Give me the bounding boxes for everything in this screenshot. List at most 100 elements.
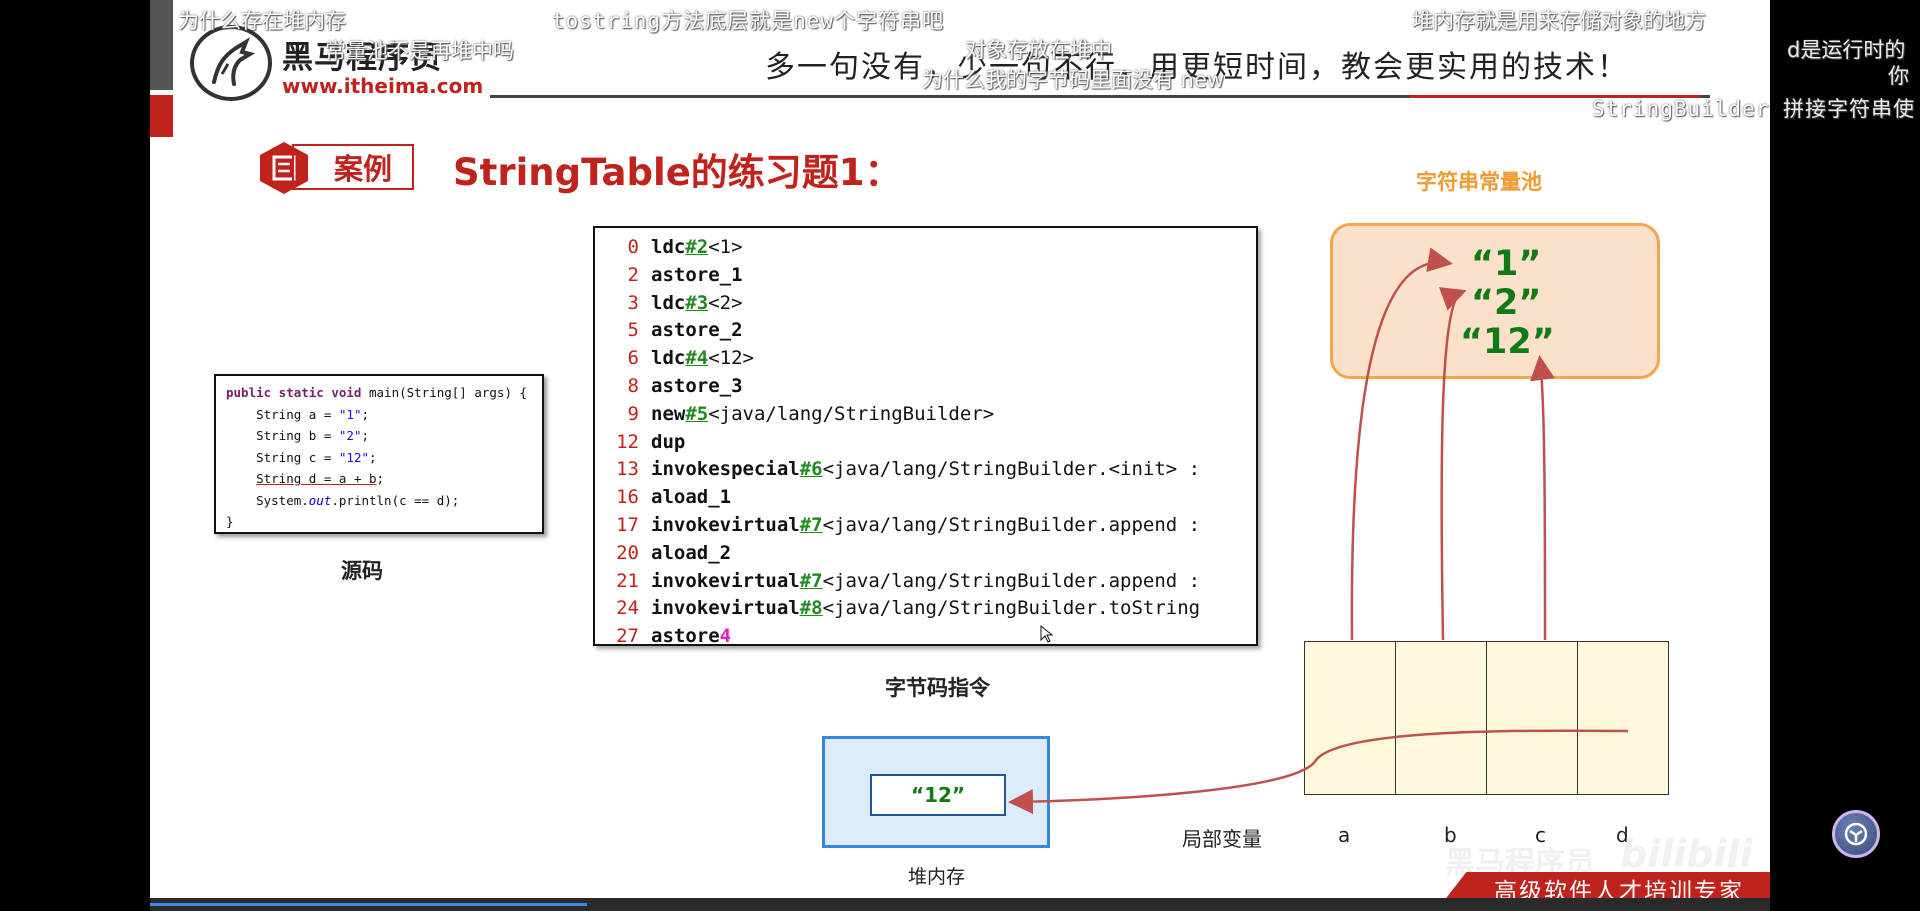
- bytecode-opcode: dup: [651, 430, 686, 453]
- pool-item-1: “1”: [1471, 244, 1542, 284]
- bytecode-row: 13 invokespecial #6 <java/lang/StringBuil…: [607, 456, 1256, 484]
- code-line: System.out.println(c == d);: [226, 492, 460, 508]
- bytecode-const-ref: #4: [685, 347, 709, 370]
- danmaku-comment: 对象存放在堆中: [965, 38, 1112, 62]
- bytecode-row: 8 astore_3: [607, 373, 1256, 401]
- bytecode-offset: 24: [616, 597, 639, 620]
- bytecode-const-ref: #7: [799, 569, 823, 592]
- code-line: String b = "2";: [226, 428, 369, 443]
- logo-url: www.itheima.com: [282, 74, 484, 98]
- bytecode-offset: 20: [616, 541, 639, 564]
- locals-label: 局部变量: [1182, 827, 1262, 851]
- bytecode-offset: 8: [627, 374, 639, 397]
- bytecode-opcode: astore: [651, 625, 720, 646]
- case-badge: 案例: [256, 140, 416, 194]
- bytecode-row: 3 ldc #3 <2>: [607, 290, 1256, 318]
- bytecode-offset: 3: [627, 291, 639, 314]
- bytecode-row: 17 invokevirtual #7 <java/lang/StringBuil…: [607, 512, 1256, 540]
- bytecode-const-ref: #5: [685, 402, 709, 425]
- left-accent-gray: [150, 0, 173, 90]
- code-line: String a = "1";: [226, 406, 369, 422]
- local-slot-c: [1485, 641, 1578, 795]
- bytecode-opcode: astore_2: [651, 319, 743, 342]
- bytecode-opcode: ldc: [651, 291, 686, 314]
- bytecode-const-ref: #2: [685, 236, 709, 258]
- danmaku-comment: 你: [1888, 64, 1909, 88]
- bytecode-offset: 12: [616, 430, 639, 453]
- heap-label: 堆内存: [908, 866, 966, 888]
- bytecode-opcode: invokevirtual: [651, 569, 800, 592]
- bytecode-offset: 17: [616, 513, 639, 536]
- tool-icon: [1844, 822, 1868, 846]
- local-slot-a: [1303, 641, 1396, 795]
- source-code-label: 源码: [341, 559, 383, 583]
- local-variable-table: [1303, 641, 1675, 795]
- bytecode-operand: <java/lang/StringBuilder>: [708, 402, 995, 425]
- bytecode-offset: 5: [627, 319, 639, 342]
- heap-string-object: “12”: [870, 774, 1006, 816]
- bytecode-row: 9 new #5 <java/lang/StringBuilder>: [607, 401, 1256, 429]
- bytecode-offset: 2: [627, 263, 639, 286]
- bytecode-operand: <java/lang/StringBuilder.toString: [822, 597, 1201, 620]
- bytecode-offset: 21: [616, 569, 639, 592]
- bytecode-offset: 6: [627, 347, 639, 370]
- bytecode-row: 16 aload_1: [607, 484, 1256, 512]
- bytecode-row: 0 ldc #2 <1>: [607, 234, 1256, 262]
- bytecode-row: 12 dup: [607, 429, 1256, 457]
- danmaku-comment: 为什么存在堆内存: [178, 9, 346, 33]
- code-line: String c = "12";: [226, 449, 377, 465]
- slide-title: StringTable的练习题1：: [453, 151, 902, 194]
- bytecode-offset: 9: [627, 402, 639, 425]
- bytecode-const-ref: #7: [799, 513, 823, 536]
- bytecode-operand: <java/lang/StringBuilder.<init> :: [822, 458, 1201, 481]
- bytecode-row: 21 invokevirtual #7 <java/lang/StringBuil…: [607, 568, 1256, 596]
- danmaku-comment: tostring方法底层就是new个字符串吧: [552, 9, 945, 33]
- bytecode-const-ref: #6: [799, 458, 823, 481]
- string-pool-box: “1” “2” “12”: [1330, 223, 1660, 379]
- bytecode-opcode: aload_2: [651, 541, 732, 564]
- code-line: public static void main(String[] args) {: [226, 385, 528, 400]
- floating-action-button[interactable]: [1832, 810, 1880, 858]
- bytecode-opcode: ldc: [651, 347, 686, 370]
- case-label: 案例: [292, 144, 414, 190]
- local-slot-b: [1394, 641, 1487, 795]
- bytecode-opcode: invokespecial: [651, 458, 800, 481]
- bytecode-opcode: invokevirtual: [651, 513, 800, 536]
- source-code-box: public static void main(String[] args) {…: [214, 374, 544, 534]
- bytecode-label: 字节码指令: [885, 676, 990, 700]
- bytecode-operand: <12>: [708, 347, 754, 370]
- bytecode-opcode: astore_1: [651, 263, 743, 286]
- bytecode-operand: <2>: [708, 291, 743, 314]
- bytecode-row: 27 astore 4: [607, 623, 1256, 646]
- bytecode-operand: <java/lang/StringBuilder.append :: [822, 569, 1201, 592]
- bytecode-opcode: new: [651, 402, 686, 425]
- danmaku-comment: 常量池不是再堆中吗: [325, 39, 514, 63]
- bytecode-row: 2 astore_1: [607, 262, 1256, 290]
- bytecode-opcode: ldc: [651, 236, 686, 258]
- bytecode-box: 0 ldc #2 <1> 2 astore_1 3 ldc #3 <2> 5 astore_2…: [593, 226, 1258, 646]
- code-line-highlight: String d = a + b;: [256, 471, 385, 486]
- pool-item-2: “2”: [1471, 283, 1542, 323]
- bytecode-row: 5 astore_2: [607, 317, 1256, 345]
- bytecode-operand: <java/lang/StringBuilder.append :: [822, 513, 1201, 536]
- bytecode-const-ref: #3: [685, 291, 709, 314]
- local-slot-d: [1576, 641, 1669, 795]
- video-progress-fill: [150, 903, 588, 906]
- bytecode-row: 6 ldc #4 <12>: [607, 345, 1256, 373]
- heap-box: “12”: [822, 736, 1050, 848]
- bytecode-const-ref: #8: [799, 597, 823, 620]
- pool-item-12: “12”: [1460, 322, 1555, 362]
- bytecode-offset: 0: [627, 236, 639, 258]
- bytecode-opcode: aload_1: [651, 486, 732, 509]
- string-pool-title: 字符串常量池: [1416, 170, 1542, 194]
- bytecode-operand: <1>: [708, 236, 743, 258]
- bytecode-row: 24 invokevirtual #8 <java/lang/StringBuil…: [607, 595, 1256, 623]
- local-name-a: a: [1338, 823, 1351, 847]
- bytecode-offset: 27: [616, 625, 639, 646]
- danmaku-comment: 为什么我的字节码里面没有 new: [922, 68, 1225, 92]
- bytecode-opcode: astore_3: [651, 374, 743, 397]
- left-accent-red: [150, 95, 173, 137]
- bytecode-offset: 16: [616, 486, 639, 509]
- bilibili-watermark: bilibili: [1620, 832, 1753, 876]
- code-line: }: [226, 514, 234, 529]
